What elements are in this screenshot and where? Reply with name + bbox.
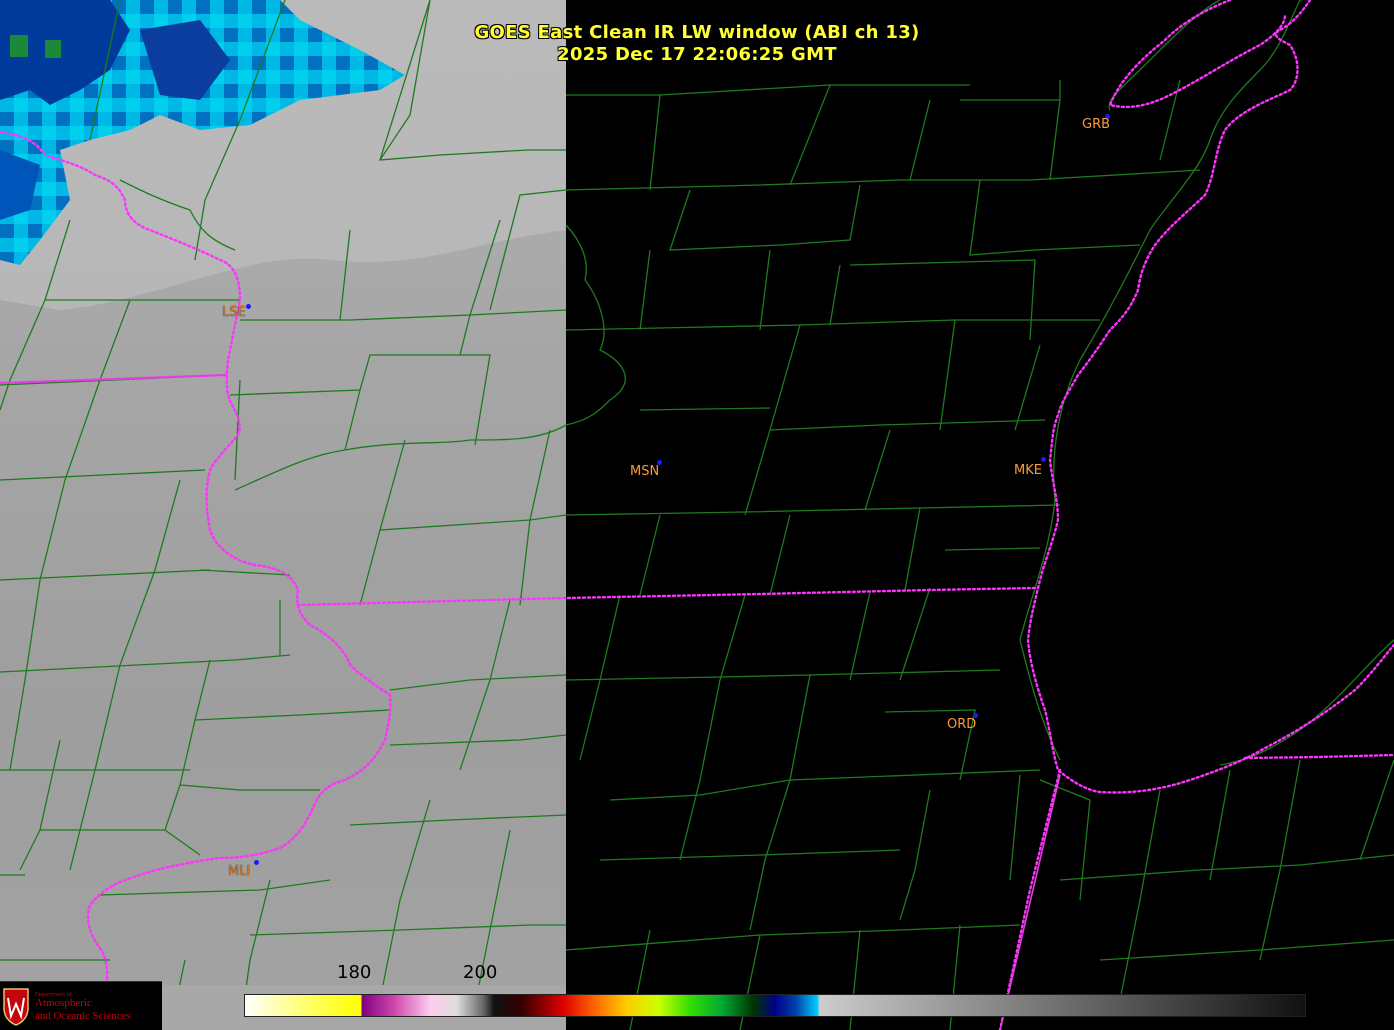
city-label: MKE xyxy=(1014,463,1042,478)
map-canvas xyxy=(0,0,1394,1030)
city-label: GRB xyxy=(1082,117,1111,132)
colorbar-tick-label: 200 xyxy=(463,962,498,983)
uw-crest-icon xyxy=(3,988,29,1026)
city-label: ORD xyxy=(947,717,977,732)
uw-aos-logo: Department of Atmospheric and Oceanic Sc… xyxy=(0,981,162,1030)
temperature-colorbar xyxy=(244,994,1306,1017)
city-label: MLI xyxy=(228,864,251,879)
city-dot xyxy=(254,860,259,865)
product-title: GOES East Clean IR LW window (ABI ch 13) xyxy=(474,22,920,43)
logo-oceanic-text: and Oceanic Sciences xyxy=(35,1010,131,1022)
city-dot xyxy=(1041,457,1046,462)
satellite-image-viewer: GOES East Clean IR LW window (ABI ch 13)… xyxy=(0,0,1394,1030)
city-dot xyxy=(246,304,251,309)
logo-atmospheric-text: Atmospheric xyxy=(35,997,92,1009)
city-label: LSE xyxy=(222,305,246,320)
colorbar-tick-label: 180 xyxy=(337,962,372,983)
city-label: MSN xyxy=(630,464,660,479)
image-timestamp: 2025 Dec 17 22:06:25 GMT xyxy=(557,44,837,65)
